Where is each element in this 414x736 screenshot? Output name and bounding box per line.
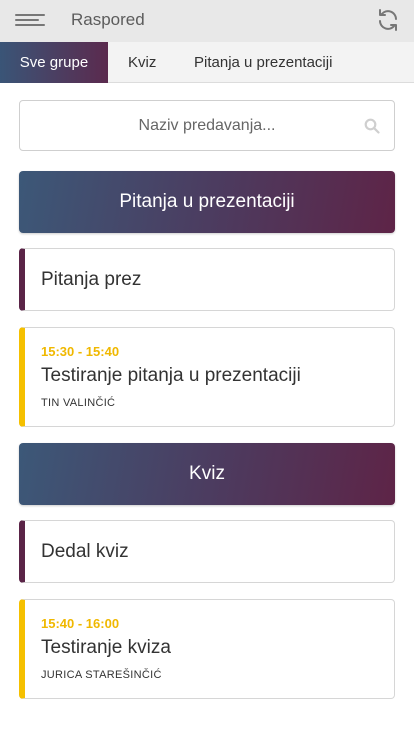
group-card-pitanja-prez[interactable]: Pitanja prez: [19, 248, 395, 311]
tab-all-groups[interactable]: Sve grupe: [0, 42, 108, 83]
group-card-dedal-kviz[interactable]: Dedal kviz: [19, 520, 395, 583]
tab-questions-in-presentation[interactable]: Pitanja u prezentaciji: [194, 42, 332, 83]
menu-icon[interactable]: [15, 13, 45, 27]
app-title: Raspored: [71, 10, 145, 29]
lecture-time: 15:40 - 16:00: [41, 616, 120, 631]
lecture-speaker: JURICA STAREŠINČIĆ: [41, 669, 162, 681]
search-input[interactable]: [20, 101, 394, 150]
lecture-card[interactable]: 15:30 - 15:40 Testiranje pitanja u preze…: [19, 327, 395, 427]
app-bar: Raspored: [0, 0, 414, 42]
lecture-speaker: TIN VALINČIĆ: [41, 397, 116, 409]
lecture-card[interactable]: 15:40 - 16:00 Testiranje kviza JURICA ST…: [19, 599, 395, 699]
search-icon: [364, 118, 380, 134]
lecture-title: Testiranje kviza: [41, 637, 171, 658]
search-box: [19, 100, 395, 151]
refresh-icon[interactable]: [376, 8, 400, 32]
section-header-kviz: Kviz: [19, 443, 395, 505]
tab-bar: Sve grupe Kviz Pitanja u prezentaciji: [0, 42, 414, 83]
section-header-questions: Pitanja u prezentaciji: [19, 171, 395, 233]
lecture-title: Testiranje pitanja u prezentaciji: [41, 365, 301, 386]
lecture-time: 15:30 - 15:40: [41, 344, 120, 359]
tab-kviz[interactable]: Kviz: [128, 42, 156, 83]
